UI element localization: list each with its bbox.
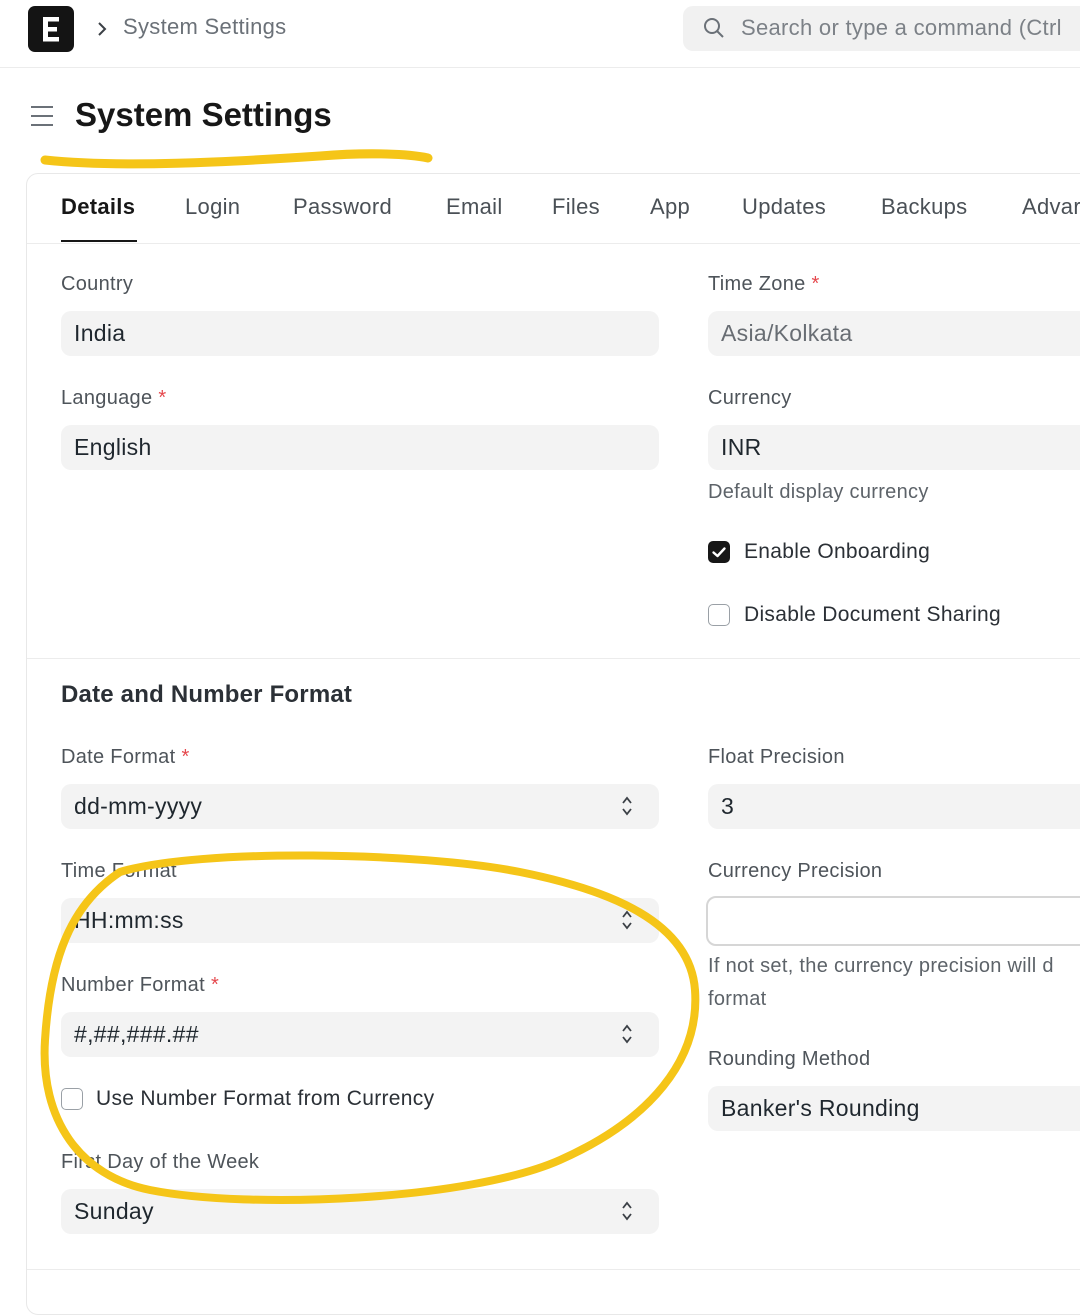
select-arrows-icon bbox=[622, 1024, 632, 1044]
hamburger-menu-icon[interactable] bbox=[30, 104, 54, 128]
currency-precision-description-line2: format bbox=[708, 988, 767, 1010]
tab-login[interactable]: Login bbox=[185, 194, 240, 220]
required-marker: * bbox=[181, 746, 190, 768]
required-marker: * bbox=[158, 387, 167, 409]
required-marker: * bbox=[210, 974, 220, 996]
time-zone-value: Asia/Kolkata bbox=[721, 320, 853, 346]
select-arrows-icon bbox=[622, 796, 632, 816]
page-title: System Settings bbox=[75, 96, 332, 133]
date-format-select[interactable]: dd-mm-yyyy bbox=[61, 784, 659, 829]
float-precision-field[interactable]: 3 bbox=[708, 784, 1080, 829]
disable-document-sharing-checkbox[interactable] bbox=[708, 604, 730, 626]
rounding-method-field[interactable]: Banker's Rounding bbox=[708, 1086, 1080, 1131]
time-format-label: Time Format bbox=[61, 860, 177, 882]
use-number-format-from-currency-checkbox[interactable] bbox=[61, 1088, 83, 1110]
currency-field[interactable]: INR bbox=[708, 425, 1080, 470]
enable-onboarding-checkbox[interactable] bbox=[708, 541, 730, 563]
tab-files[interactable]: Files bbox=[552, 194, 600, 220]
currency-label: Currency bbox=[708, 387, 792, 409]
date-format-value: dd-mm-yyyy bbox=[74, 793, 203, 819]
language-label: Language * bbox=[61, 387, 167, 409]
country-value: India bbox=[74, 320, 126, 346]
number-format-label: Number Format * bbox=[61, 974, 220, 996]
currency-precision-description-line1: If not set, the currency precision will … bbox=[708, 955, 1054, 977]
date-format-label: Date Format * bbox=[61, 746, 190, 768]
title-underline-stroke bbox=[40, 149, 433, 169]
time-format-select[interactable]: HH:mm:ss bbox=[61, 898, 659, 943]
country-field[interactable]: India bbox=[61, 311, 659, 356]
search-icon bbox=[704, 18, 724, 38]
tab-email[interactable]: Email bbox=[446, 194, 503, 220]
search-input[interactable]: Search or type a command (Ctrl bbox=[741, 15, 1062, 41]
app-logo-icon[interactable] bbox=[28, 6, 74, 52]
time-format-value: HH:mm:ss bbox=[74, 907, 184, 933]
tab-backups[interactable]: Backups bbox=[881, 194, 967, 220]
use-number-format-from-currency-label: Use Number Format from Currency bbox=[96, 1087, 435, 1110]
section-divider bbox=[27, 658, 1080, 659]
tab-updates[interactable]: Updates bbox=[742, 194, 826, 220]
active-tab-indicator bbox=[61, 240, 137, 242]
time-zone-label: Time Zone * bbox=[708, 273, 820, 295]
section-title-date-number-format: Date and Number Format bbox=[61, 681, 353, 708]
currency-precision-label: Currency Precision bbox=[708, 860, 883, 882]
first-day-of-week-select[interactable]: Sunday bbox=[61, 1189, 659, 1234]
tab-bar: Details Login Password Email Files App U… bbox=[27, 174, 1080, 244]
language-field[interactable]: English bbox=[61, 425, 659, 470]
disable-document-sharing-label: Disable Document Sharing bbox=[744, 603, 1001, 626]
required-marker: * bbox=[811, 273, 820, 295]
currency-precision-field[interactable] bbox=[706, 896, 1080, 946]
settings-card: Details Login Password Email Files App U… bbox=[26, 173, 1080, 1315]
tab-advanced[interactable]: Advar bbox=[1022, 194, 1080, 220]
rounding-method-value: Banker's Rounding bbox=[721, 1095, 920, 1121]
number-format-select[interactable]: #,##,###.## bbox=[61, 1012, 659, 1057]
search-bar[interactable]: Search or type a command (Ctrl bbox=[683, 6, 1080, 51]
language-value: English bbox=[74, 434, 152, 460]
top-navbar: System Settings Search or type a command… bbox=[0, 0, 1080, 68]
breadcrumb[interactable]: System Settings bbox=[123, 14, 286, 40]
currency-description: Default display currency bbox=[708, 481, 929, 503]
first-day-of-week-value: Sunday bbox=[74, 1198, 154, 1224]
tab-password[interactable]: Password bbox=[293, 194, 392, 220]
time-zone-field[interactable]: Asia/Kolkata bbox=[708, 311, 1080, 356]
currency-value: INR bbox=[721, 434, 762, 460]
first-day-of-week-label: First Day of the Week bbox=[61, 1151, 260, 1173]
select-arrows-icon bbox=[622, 1201, 632, 1221]
tab-app[interactable]: App bbox=[650, 194, 690, 220]
tab-details[interactable]: Details bbox=[61, 194, 135, 220]
chevron-right-icon bbox=[98, 22, 107, 36]
rounding-method-label: Rounding Method bbox=[708, 1048, 871, 1070]
country-label: Country bbox=[61, 273, 134, 295]
float-precision-label: Float Precision bbox=[708, 746, 845, 768]
float-precision-value: 3 bbox=[721, 793, 735, 819]
number-format-value: #,##,###.## bbox=[74, 1021, 199, 1047]
section-divider bbox=[27, 1269, 1080, 1270]
enable-onboarding-label: Enable Onboarding bbox=[744, 540, 931, 563]
select-arrows-icon bbox=[622, 910, 632, 930]
check-icon bbox=[711, 546, 726, 557]
